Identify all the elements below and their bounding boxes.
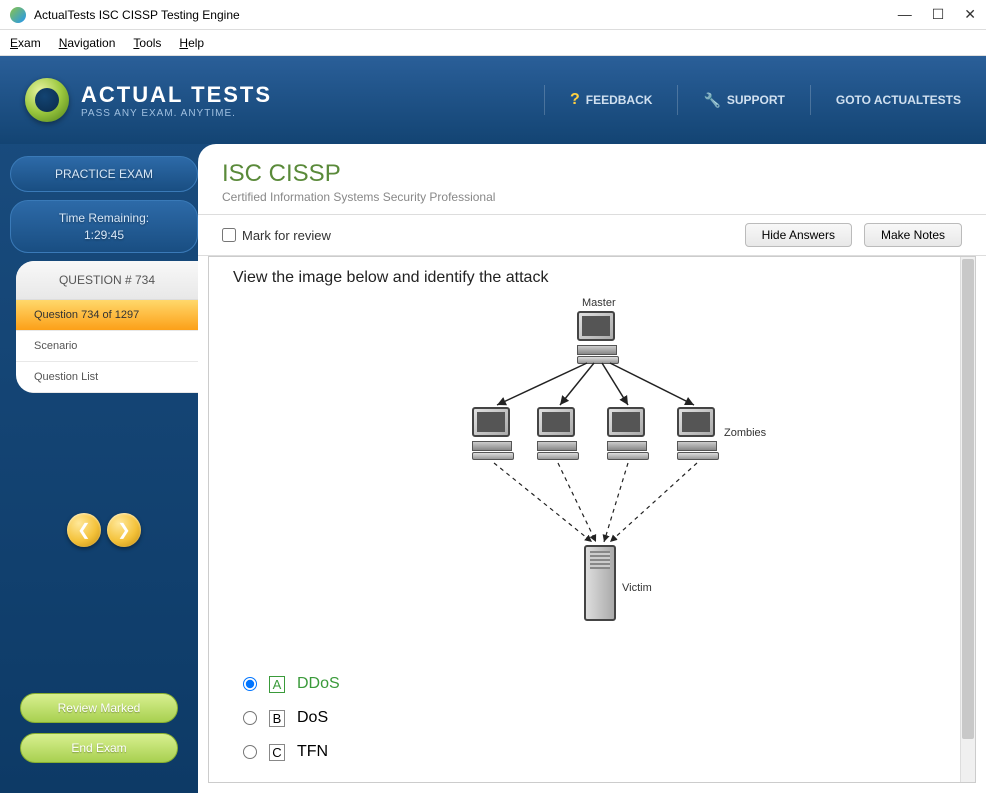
menu-tools[interactable]: Tools xyxy=(133,36,161,50)
menu-exam[interactable]: Exam xyxy=(10,36,41,50)
scrollbar[interactable] xyxy=(960,257,976,782)
question-number-header: QUESTION # 734 xyxy=(16,261,198,300)
answer-text: TFN xyxy=(297,743,328,761)
top-nav: ? FEEDBACK 🔧 SUPPORT GOTO ACTUALTESTS xyxy=(544,85,961,115)
prev-question-button[interactable]: ❮ xyxy=(67,513,101,547)
window-controls: — ☐ ✕ xyxy=(898,6,976,23)
brand-tagline: PASS ANY EXAM. ANYTIME. xyxy=(81,108,272,119)
main-panel: ISC CISSP Certified Information Systems … xyxy=(198,144,986,793)
answer-text: DDoS xyxy=(297,675,340,693)
menu-help[interactable]: Help xyxy=(179,36,204,50)
computer-icon xyxy=(472,407,514,457)
nav-goto-site[interactable]: GOTO ACTUALTESTS xyxy=(836,93,961,107)
scrollbar-thumb[interactable] xyxy=(962,259,974,739)
tower-icon xyxy=(584,545,616,621)
answer-option-b[interactable]: B DoS xyxy=(243,701,951,735)
answer-list: A DDoS B DoS C TFN xyxy=(243,667,951,769)
brand-title: ACTUAL TESTS xyxy=(81,82,272,108)
computer-icon xyxy=(607,407,649,457)
review-marked-button[interactable]: Review Marked xyxy=(20,693,178,723)
practice-exam-label: PRACTICE EXAM xyxy=(25,167,183,181)
divider xyxy=(677,85,678,115)
hide-answers-button[interactable]: Hide Answers xyxy=(745,223,852,247)
nav-feedback-label: FEEDBACK xyxy=(586,93,653,107)
time-remaining-label: Time Remaining: xyxy=(25,211,183,225)
divider xyxy=(544,85,545,115)
close-button[interactable]: ✕ xyxy=(964,6,976,23)
make-notes-button[interactable]: Make Notes xyxy=(864,223,962,247)
sidebar: PRACTICE EXAM Time Remaining: 1:29:45 QU… xyxy=(0,56,198,793)
mark-review-input[interactable] xyxy=(222,228,236,242)
computer-icon xyxy=(677,407,719,457)
answer-radio-b[interactable] xyxy=(243,711,257,725)
diagram-label-zombies: Zombies xyxy=(724,427,766,439)
practice-exam-pill[interactable]: PRACTICE EXAM xyxy=(10,156,198,192)
window-title: ActualTests ISC CISSP Testing Engine xyxy=(34,8,898,22)
end-exam-button[interactable]: End Exam xyxy=(20,733,178,763)
app-icon xyxy=(10,7,26,23)
time-remaining-value: 1:29:45 xyxy=(25,228,183,242)
maximize-button[interactable]: ☐ xyxy=(932,6,945,23)
answer-radio-c[interactable] xyxy=(243,745,257,759)
diagram-label-victim: Victim xyxy=(622,582,652,594)
answer-letter: A xyxy=(269,676,285,693)
mark-review-checkbox[interactable]: Mark for review xyxy=(222,228,331,243)
wrench-icon: 🔧 xyxy=(703,92,720,109)
logo: ACTUAL TESTS PASS ANY EXAM. ANYTIME. xyxy=(25,78,272,122)
sidebar-item-scenario[interactable]: Scenario xyxy=(16,331,198,362)
app-header: ACTUAL TESTS PASS ANY EXAM. ANYTIME. ? F… xyxy=(0,56,986,144)
nav-support-label: SUPPORT xyxy=(727,93,785,107)
diagram-label-master: Master xyxy=(582,297,616,309)
logo-icon xyxy=(25,78,69,122)
menubar: Exam Navigation Tools Help xyxy=(0,30,986,56)
sidebar-item-question-list[interactable]: Question List xyxy=(16,362,198,393)
attack-diagram: Master Zombies Victim xyxy=(432,297,752,637)
exam-header: ISC CISSP Certified Information Systems … xyxy=(198,144,986,215)
answer-radio-a[interactable] xyxy=(243,677,257,691)
question-content[interactable]: View the image below and identify the at… xyxy=(208,256,976,783)
sidebar-item-question[interactable]: Question 734 of 1297 xyxy=(16,300,198,331)
nav-feedback[interactable]: ? FEEDBACK xyxy=(570,91,652,109)
nav-arrows: ❮ ❯ xyxy=(10,513,198,547)
exam-subtitle: Certified Information Systems Security P… xyxy=(222,190,962,204)
question-icon: ? xyxy=(570,91,580,109)
menu-navigation[interactable]: Navigation xyxy=(59,36,116,50)
exam-title: ISC CISSP xyxy=(222,160,962,188)
question-toolbar: Mark for review Hide Answers Make Notes xyxy=(198,215,986,256)
answer-letter: C xyxy=(269,744,285,761)
divider xyxy=(810,85,811,115)
answer-option-a[interactable]: A DDoS xyxy=(243,667,951,701)
question-nav-section: QUESTION # 734 Question 734 of 1297 Scen… xyxy=(16,261,198,393)
nav-goto-label: GOTO ACTUALTESTS xyxy=(836,93,961,107)
minimize-button[interactable]: — xyxy=(898,6,912,23)
answer-letter: B xyxy=(269,710,285,727)
next-question-button[interactable]: ❯ xyxy=(107,513,141,547)
question-text: View the image below and identify the at… xyxy=(233,269,951,287)
nav-support[interactable]: 🔧 SUPPORT xyxy=(703,92,784,109)
computer-icon xyxy=(537,407,579,457)
answer-option-c[interactable]: C TFN xyxy=(243,735,951,769)
mark-review-label: Mark for review xyxy=(242,228,331,243)
computer-icon xyxy=(577,311,619,361)
answer-text: DoS xyxy=(297,709,328,727)
titlebar: ActualTests ISC CISSP Testing Engine — ☐… xyxy=(0,0,986,30)
time-remaining-pill: Time Remaining: 1:29:45 xyxy=(10,200,198,253)
